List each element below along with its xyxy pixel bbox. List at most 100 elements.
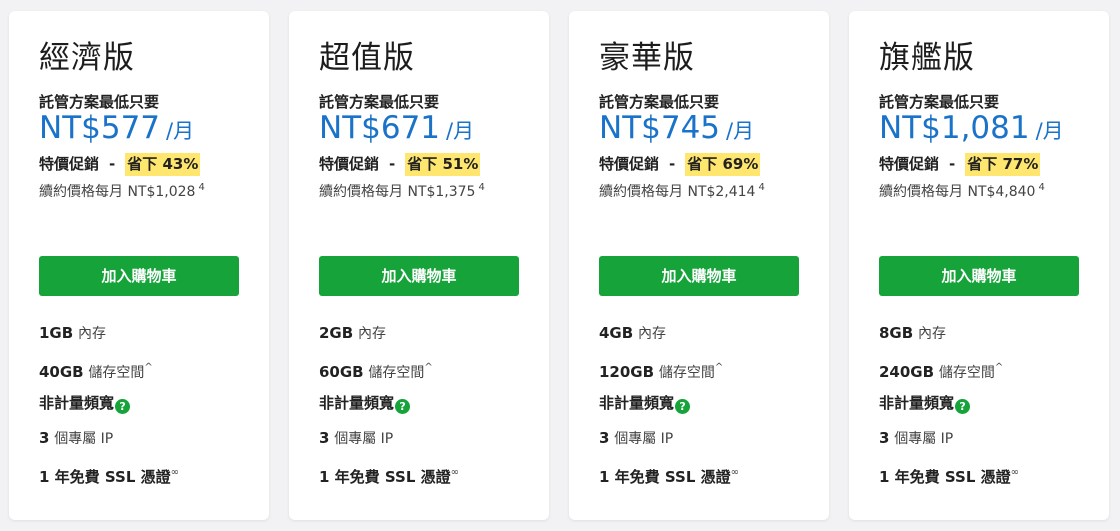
storage-value: 120GB [599, 363, 655, 381]
promo-separator: - [669, 155, 676, 173]
price-period: /月 [726, 119, 755, 143]
promo-label: 特價促銷 [39, 155, 100, 173]
ip-label: 個專屬 IP [54, 431, 114, 447]
save-badge: 省下 51% [405, 153, 481, 176]
price-period: /月 [166, 119, 195, 143]
storage-footnote: ^ [424, 362, 433, 373]
min-price-label: 託管方案最低只要 [599, 93, 720, 111]
add-to-cart-button[interactable]: 加入購物車 [39, 256, 239, 296]
help-icon[interactable]: ? [395, 399, 411, 414]
feature-bandwidth: 非計量頻寬? [599, 390, 739, 425]
ip-label: 個專屬 IP [334, 431, 394, 447]
plan-name: 超值版 [319, 40, 415, 76]
feature-storage: 120GB 儲存空間^ [599, 355, 739, 390]
memory-label: 內存 [77, 326, 106, 342]
storage-footnote: ^ [144, 362, 153, 373]
ssl-footnote: ∞ [1010, 467, 1019, 478]
plan-card-ultimate: 旗艦版 託管方案最低只要 NT$1,081/月 特價促銷 - 省下 77% 續約價格… [849, 11, 1109, 520]
feature-ip: 3 個專屬 IP [319, 425, 459, 460]
feature-ssl: 1 年免費 SSL 憑證∞ [599, 460, 739, 495]
price-line: NT$745/月 [599, 112, 799, 149]
promo-separator: - [109, 155, 116, 173]
storage-value: 40GB [39, 363, 84, 381]
add-to-cart-button[interactable]: 加入購物車 [319, 256, 519, 296]
ssl-label: 1 年免費 SSL 憑證 [879, 468, 1011, 486]
ip-value: 3 [599, 429, 610, 447]
feature-memory: 4GB 內存 [599, 320, 739, 355]
feature-bandwidth: 非計量頻寬? [879, 390, 1019, 425]
feature-list: 8GB 內存 240GB 儲存空間^ 非計量頻寬? 3 個專屬 IP 1 年免費… [879, 320, 1019, 495]
promo-line: 特價促銷 - 省下 69% [599, 152, 799, 176]
bandwidth-label: 非計量頻寬 [39, 394, 115, 412]
feature-list: 2GB 內存 60GB 儲存空間^ 非計量頻寬? 3 個專屬 IP 1 年免費 … [319, 320, 459, 495]
promo-separator: - [949, 155, 956, 173]
plan-name: 經濟版 [39, 40, 135, 76]
promo-separator: - [389, 155, 396, 173]
ssl-label: 1 年免費 SSL 憑證 [599, 468, 731, 486]
renewal-price: 續約價格每月 NT$1,375 4 [319, 178, 519, 202]
min-price-label: 託管方案最低只要 [879, 93, 1000, 111]
promo-line: 特價促銷 - 省下 43% [39, 152, 239, 176]
bandwidth-label: 非計量頻寬 [879, 394, 955, 412]
storage-label: 儲存空間 [658, 365, 715, 381]
price-period: /月 [446, 119, 475, 143]
feature-memory: 8GB 內存 [879, 320, 1019, 355]
plan-card-value: 超值版 託管方案最低只要 NT$671/月 特價促銷 - 省下 51% 續約價格每月… [289, 11, 549, 520]
ssl-footnote: ∞ [170, 467, 179, 478]
promo-label: 特價促銷 [599, 155, 660, 173]
ssl-footnote: ∞ [450, 467, 459, 478]
storage-footnote: ^ [714, 362, 724, 373]
ip-label: 個專屬 IP [614, 431, 674, 447]
ssl-label: 1 年免費 SSL 憑證 [319, 468, 451, 486]
price: NT$1,081 [879, 110, 1030, 146]
renewal-text: 續約價格每月 NT$1,375 [319, 184, 476, 200]
memory-value: 8GB [879, 324, 914, 342]
storage-footnote: ^ [994, 362, 1004, 373]
add-to-cart-button[interactable]: 加入購物車 [599, 256, 799, 296]
feature-storage: 40GB 儲存空間^ [39, 355, 179, 390]
price-period: /月 [1035, 119, 1064, 143]
feature-memory: 1GB 內存 [39, 320, 179, 355]
storage-label: 儲存空間 [88, 365, 145, 381]
feature-bandwidth: 非計量頻寬? [39, 390, 179, 425]
ip-value: 3 [319, 429, 330, 447]
renewal-footnote: 4 [198, 182, 205, 193]
renewal-footnote: 4 [1038, 182, 1045, 193]
bandwidth-label: 非計量頻寬 [319, 394, 395, 412]
feature-ssl: 1 年免費 SSL 憑證∞ [39, 460, 179, 495]
save-badge: 省下 69% [685, 153, 761, 176]
price: NT$577 [39, 110, 161, 146]
feature-ssl: 1 年免費 SSL 憑證∞ [879, 460, 1019, 495]
help-icon[interactable]: ? [115, 399, 131, 414]
price: NT$671 [319, 110, 441, 146]
pricing-grid: 經濟版 託管方案最低只要 NT$577/月 特價促銷 - 省下 43% 續約價格每月… [0, 0, 1120, 531]
plan-card-economy: 經濟版 託管方案最低只要 NT$577/月 特價促銷 - 省下 43% 續約價格每月… [9, 11, 269, 520]
feature-ip: 3 個專屬 IP [599, 425, 739, 460]
feature-storage: 240GB 儲存空間^ [879, 355, 1019, 390]
memory-label: 內存 [917, 326, 946, 342]
ip-value: 3 [39, 429, 50, 447]
memory-value: 2GB [319, 324, 354, 342]
help-icon[interactable]: ? [955, 399, 971, 414]
renewal-price: 續約價格每月 NT$1,028 4 [39, 178, 239, 202]
memory-label: 內存 [637, 326, 666, 342]
renewal-price: 續約價格每月 NT$2,414 4 [599, 178, 799, 202]
save-badge: 省下 77% [965, 153, 1041, 176]
feature-memory: 2GB 內存 [319, 320, 459, 355]
promo-line: 特價促銷 - 省下 51% [319, 152, 519, 176]
feature-ip: 3 個專屬 IP [879, 425, 1019, 460]
renewal-footnote: 4 [478, 182, 485, 193]
feature-bandwidth: 非計量頻寬? [319, 390, 459, 425]
feature-list: 4GB 內存 120GB 儲存空間^ 非計量頻寬? 3 個專屬 IP 1 年免費… [599, 320, 739, 495]
min-price-label: 託管方案最低只要 [319, 93, 440, 111]
save-badge: 省下 43% [125, 153, 201, 176]
memory-value: 4GB [599, 324, 634, 342]
add-to-cart-button[interactable]: 加入購物車 [879, 256, 1079, 296]
help-icon[interactable]: ? [675, 399, 691, 414]
plan-card-deluxe: 豪華版 託管方案最低只要 NT$745/月 特價促銷 - 省下 69% 續約價格每月… [569, 11, 829, 520]
plan-name: 旗艦版 [879, 40, 975, 76]
promo-label: 特價促銷 [879, 155, 940, 173]
promo-line: 特價促銷 - 省下 77% [879, 152, 1079, 176]
promo-label: 特價促銷 [319, 155, 380, 173]
plan-name: 豪華版 [599, 40, 695, 76]
